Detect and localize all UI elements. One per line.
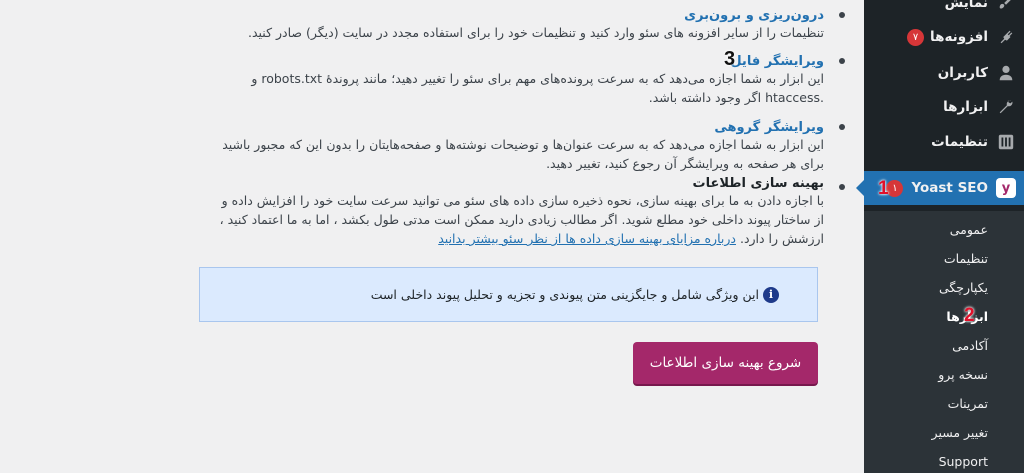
notice-text: این ویژگی شامل و جایگزینی متن پیوندی و ت…	[370, 287, 759, 302]
data-optimization-description-line: ارزشش را دارد.	[739, 231, 824, 246]
submenu-item-academy[interactable]: آکادمی	[864, 332, 1024, 358]
data-optimization-title: بهینه سازی اطلاعات	[692, 176, 824, 191]
submenu-item-general[interactable]: عمومی	[864, 216, 1024, 242]
menu-item-label: Yoast SEO	[911, 180, 988, 196]
file-editor-description-line: .htaccess اگر وجود داشته باشد.	[648, 90, 824, 105]
annotation-marker-1: 1	[878, 178, 889, 199]
info-notice: i این ویژگی شامل و جایگزینی متن پیوندی و…	[199, 267, 818, 322]
submenu-item-integrations[interactable]: یکپارچگی	[864, 274, 1024, 300]
settings-icon	[996, 132, 1016, 152]
menu-item-tools[interactable]: ابزارها	[864, 90, 1024, 124]
data-optimization-description-last: ارزشش را دارد. درباره مزایای بهینه سازی …	[184, 229, 824, 248]
learn-more-link[interactable]: درباره مزایای بهینه سازی داده ها از نظر …	[438, 231, 736, 246]
data-optimization-section: بهینه سازی اطلاعات با اجازه دادن به ما ب…	[184, 176, 824, 248]
list-bullet	[839, 12, 845, 18]
menu-item-label: نمایش	[944, 0, 988, 11]
submenu-item-settings[interactable]: تنظیمات	[864, 245, 1024, 271]
data-optimization-description-line: از ساختار پیوند داخلی خود مطلع شوید. اگر…	[219, 212, 824, 227]
menu-item-label: تنظیمات	[931, 134, 988, 150]
plugin-icon	[996, 27, 1016, 47]
list-bullet	[839, 124, 845, 130]
tools-icon	[996, 97, 1016, 117]
main-content: درون‌ریزی و برون‌بری تنظیمات را از سایر …	[0, 0, 864, 473]
list-bullet	[839, 184, 845, 190]
start-optimization-button[interactable]: شروع بهینه سازی اطلاعات	[633, 342, 818, 384]
file-editor-description-line: این ابزار به شما اجازه می‌دهد که به سرعت…	[251, 71, 824, 86]
submenu-item-premium[interactable]: نسخه پرو	[864, 361, 1024, 387]
plugins-update-badge: ۷	[907, 28, 925, 46]
data-optimization-description-line: با اجازه دادن به ما برای بهینه سازی، نحو…	[221, 193, 824, 208]
menu-item-appearance[interactable]: نمایش	[864, 0, 1024, 20]
admin-sidebar: نمایش افزونه‌ها ۷ کاربران ابزارها تنظیما…	[856, 0, 1024, 473]
annotation-marker-3: 3	[724, 48, 736, 70]
menu-item-plugins[interactable]: افزونه‌ها ۷	[864, 20, 1024, 54]
annotation-marker-2: 2	[964, 305, 975, 326]
menu-item-label: کاربران	[937, 65, 988, 81]
list-bullet	[839, 58, 845, 64]
import-export-description: تنظیمات را از سایر افزونه های سئو وارد ک…	[247, 25, 824, 40]
bulk-editor-description-line: این ابزار به شما اجازه می‌دهد که به سرعت…	[222, 137, 824, 152]
bulk-editor-link[interactable]: ویرایشگر گروهی	[714, 120, 824, 135]
submenu-item-tools[interactable]: ابزارها	[864, 303, 1024, 329]
submenu-item-redirects[interactable]: تغییر مسیر	[864, 419, 1024, 445]
info-icon: i	[763, 286, 779, 303]
menu-item-label: افزونه‌ها	[930, 29, 988, 45]
file-editor-link[interactable]: ویرایشگر فایل	[730, 54, 824, 69]
import-export-section: درون‌ریزی و برون‌بری تنظیمات را از سایر …	[184, 4, 824, 42]
yoast-submenu: عمومی تنظیمات یکپارچگی ابزارها آکادمی نس…	[864, 211, 1024, 473]
menu-item-label: ابزارها	[943, 99, 988, 115]
import-export-link[interactable]: درون‌ریزی و برون‌بری	[684, 8, 824, 23]
bulk-editor-section: ویرایشگر گروهی این ابزار به شما اجازه می…	[184, 116, 824, 173]
yoast-notification-badge: ۱	[886, 179, 904, 197]
menu-item-settings[interactable]: تنظیمات	[864, 125, 1024, 159]
appearance-icon	[996, 0, 1016, 13]
menu-item-users[interactable]: کاربران	[864, 56, 1024, 90]
users-icon	[996, 63, 1016, 83]
submenu-item-support[interactable]: Support	[864, 448, 1024, 473]
bulk-editor-description-line: برای هر صفحه به ویرایشگر آن رجوع کنید، ت…	[546, 156, 824, 171]
yoast-icon: y	[996, 178, 1016, 198]
submenu-item-workouts[interactable]: تمرینات	[864, 390, 1024, 416]
